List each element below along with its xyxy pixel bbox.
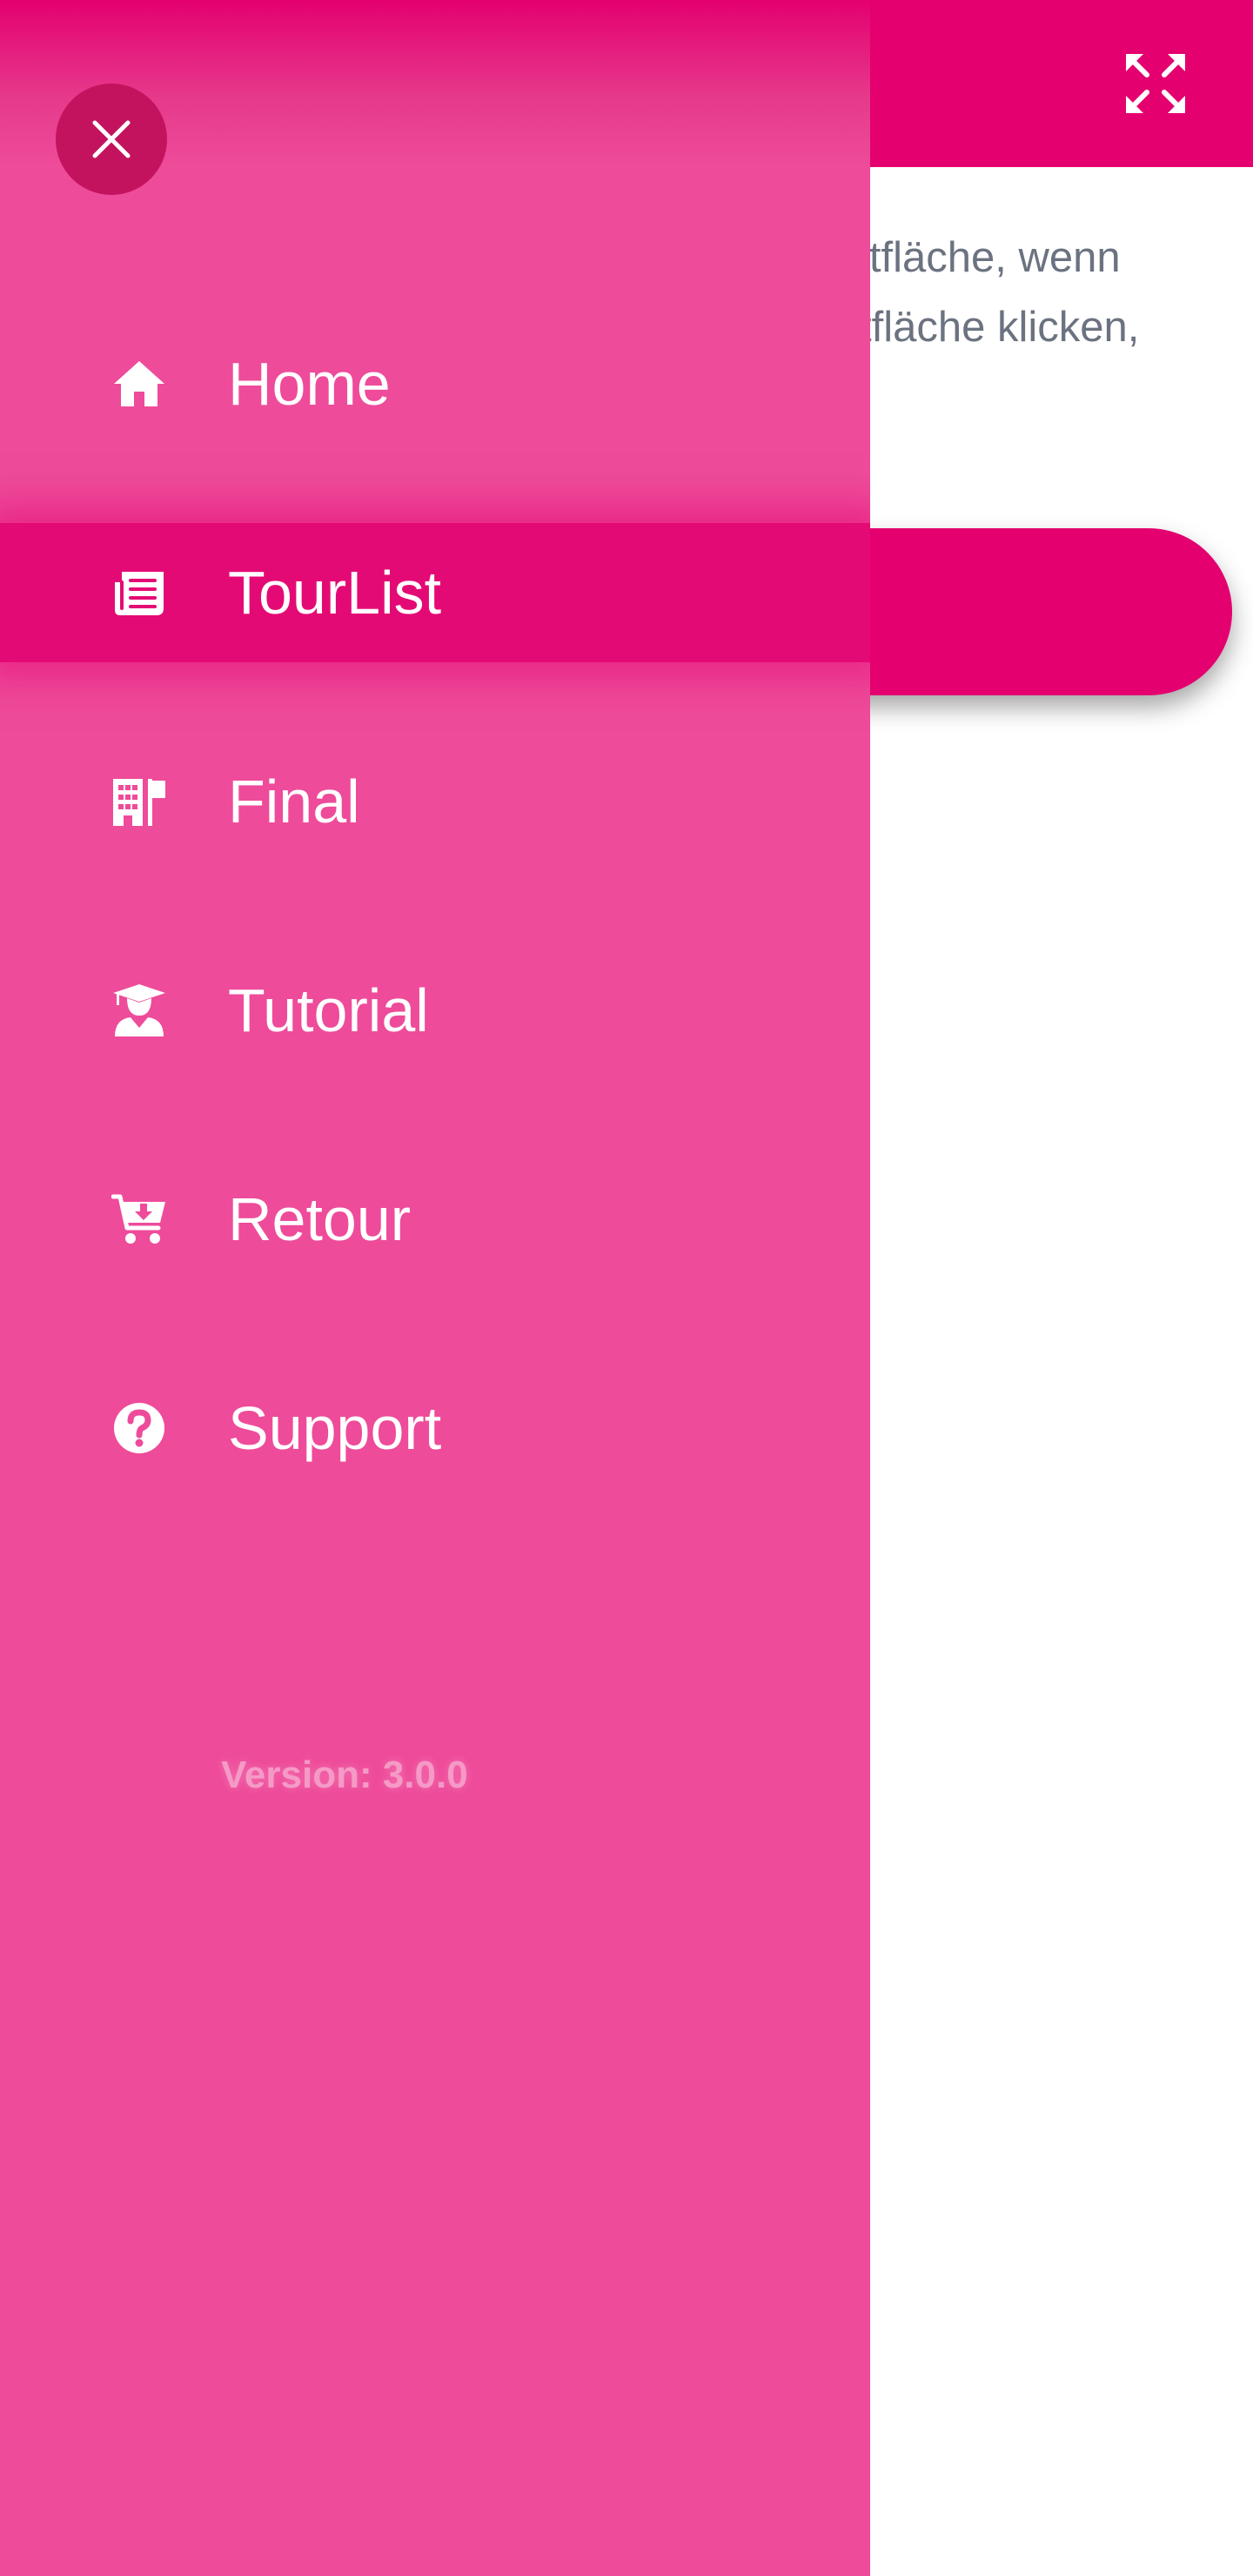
nav-item-final[interactable]: Final (0, 732, 870, 871)
nav-item-support[interactable]: Support (0, 1358, 870, 1498)
nav-item-label: Final (228, 768, 360, 835)
building-flag-icon (111, 774, 167, 829)
home-icon (111, 356, 167, 412)
nav-item-label: Tutorial (228, 976, 429, 1044)
background-text-line: tfläche klicken, (860, 304, 1140, 351)
nav-item-label: Home (228, 350, 391, 418)
nav-item-label: Support (228, 1394, 442, 1462)
close-drawer-button[interactable] (56, 84, 167, 195)
nav-item-label: Retour (228, 1185, 412, 1253)
question-circle-icon (111, 1400, 167, 1456)
close-icon (92, 120, 131, 158)
app-screen: ltfläche, wenn tfläche klicken, Home Tou… (0, 0, 1253, 2576)
nav-item-retour[interactable]: Retour (0, 1150, 870, 1289)
nav-item-home[interactable]: Home (0, 314, 870, 453)
cart-arrow-down-icon (111, 1191, 167, 1247)
expand-arrows-icon[interactable] (1122, 50, 1189, 117)
nav-item-label: TourList (228, 559, 442, 627)
side-drawer: Home TourList Final Tutorial Retour Supp… (0, 0, 870, 2576)
nav-item-tutorial[interactable]: Tutorial (0, 941, 870, 1080)
background-text-line: ltfläche, wenn (860, 234, 1121, 281)
app-version: Version: 3.0.0 (221, 1754, 468, 1796)
nav-item-tourlist[interactable]: TourList (0, 523, 870, 662)
graduate-icon (111, 983, 167, 1038)
newspaper-icon (111, 565, 167, 621)
